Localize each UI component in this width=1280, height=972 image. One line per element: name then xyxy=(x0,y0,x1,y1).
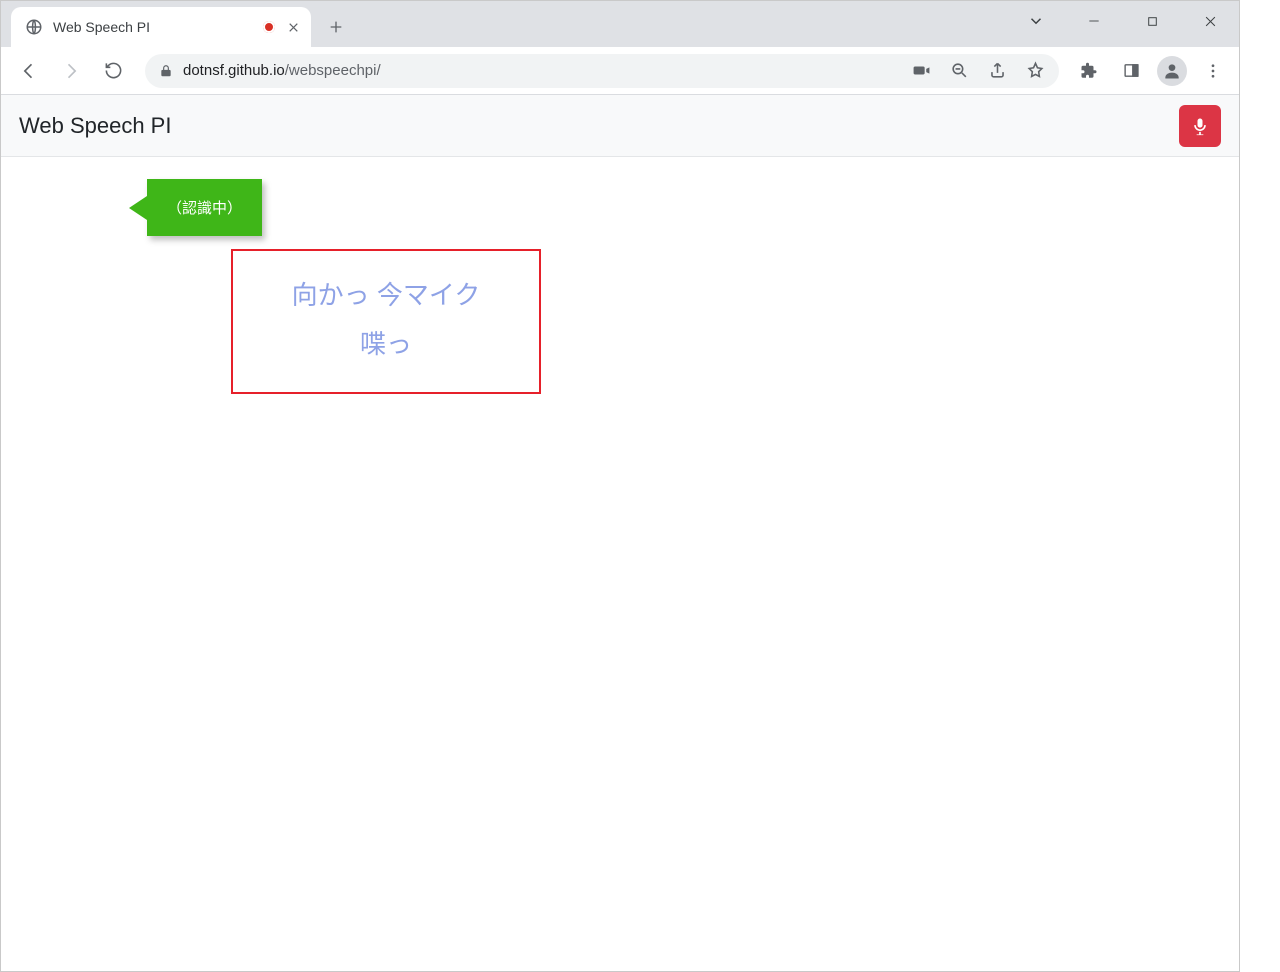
browser-titlebar: Web Speech PI xyxy=(1,1,1239,47)
new-tab-button[interactable] xyxy=(321,12,351,42)
browser-toolbar: dotnsf.github.io/webspeechpi/ xyxy=(1,47,1239,95)
app-header: Web Speech PI xyxy=(1,95,1239,157)
window-minimize-button[interactable] xyxy=(1065,1,1123,41)
recording-indicator-icon xyxy=(263,21,275,33)
close-tab-button[interactable] xyxy=(285,19,301,35)
status-label: （認識中） xyxy=(167,200,242,217)
speech-result-box: 向かっ 今マイク 喋っ xyxy=(231,249,541,394)
bookmark-star-icon[interactable] xyxy=(1025,61,1045,81)
app-title: Web Speech PI xyxy=(19,113,171,139)
lock-icon xyxy=(159,64,173,78)
side-panel-button[interactable] xyxy=(1115,55,1147,87)
url-host: dotnsf.github.io xyxy=(183,62,285,79)
zoom-out-icon[interactable] xyxy=(949,61,969,81)
microphone-icon xyxy=(1190,116,1210,136)
share-icon[interactable] xyxy=(987,61,1007,81)
recognition-status-chip: （認識中） xyxy=(147,179,262,236)
extensions-button[interactable] xyxy=(1073,55,1105,87)
microphone-button[interactable] xyxy=(1179,105,1221,147)
window-controls xyxy=(1007,1,1239,41)
window-close-button[interactable] xyxy=(1181,1,1239,41)
tab-search-button[interactable] xyxy=(1007,1,1065,41)
page-content: Web Speech PI （認識中） 向かっ 今マイク 喋っ xyxy=(1,95,1239,187)
speech-result-text: 向かっ 今マイク 喋っ xyxy=(249,271,523,370)
globe-icon xyxy=(25,18,43,36)
url-text: dotnsf.github.io/webspeechpi/ xyxy=(183,62,381,79)
reload-button[interactable] xyxy=(95,53,131,89)
tab-title: Web Speech PI xyxy=(53,19,253,35)
forward-button[interactable] xyxy=(53,53,89,89)
back-button[interactable] xyxy=(11,53,47,89)
profile-avatar-button[interactable] xyxy=(1157,56,1187,86)
url-path: /webspeechpi/ xyxy=(285,62,381,79)
window-maximize-button[interactable] xyxy=(1123,1,1181,41)
camera-icon[interactable] xyxy=(911,61,931,81)
content-area: （認識中） 向かっ 今マイク 喋っ xyxy=(1,157,1239,187)
address-bar[interactable]: dotnsf.github.io/webspeechpi/ xyxy=(145,54,1059,88)
browser-tab[interactable]: Web Speech PI xyxy=(11,7,311,47)
chrome-menu-button[interactable] xyxy=(1197,55,1229,87)
